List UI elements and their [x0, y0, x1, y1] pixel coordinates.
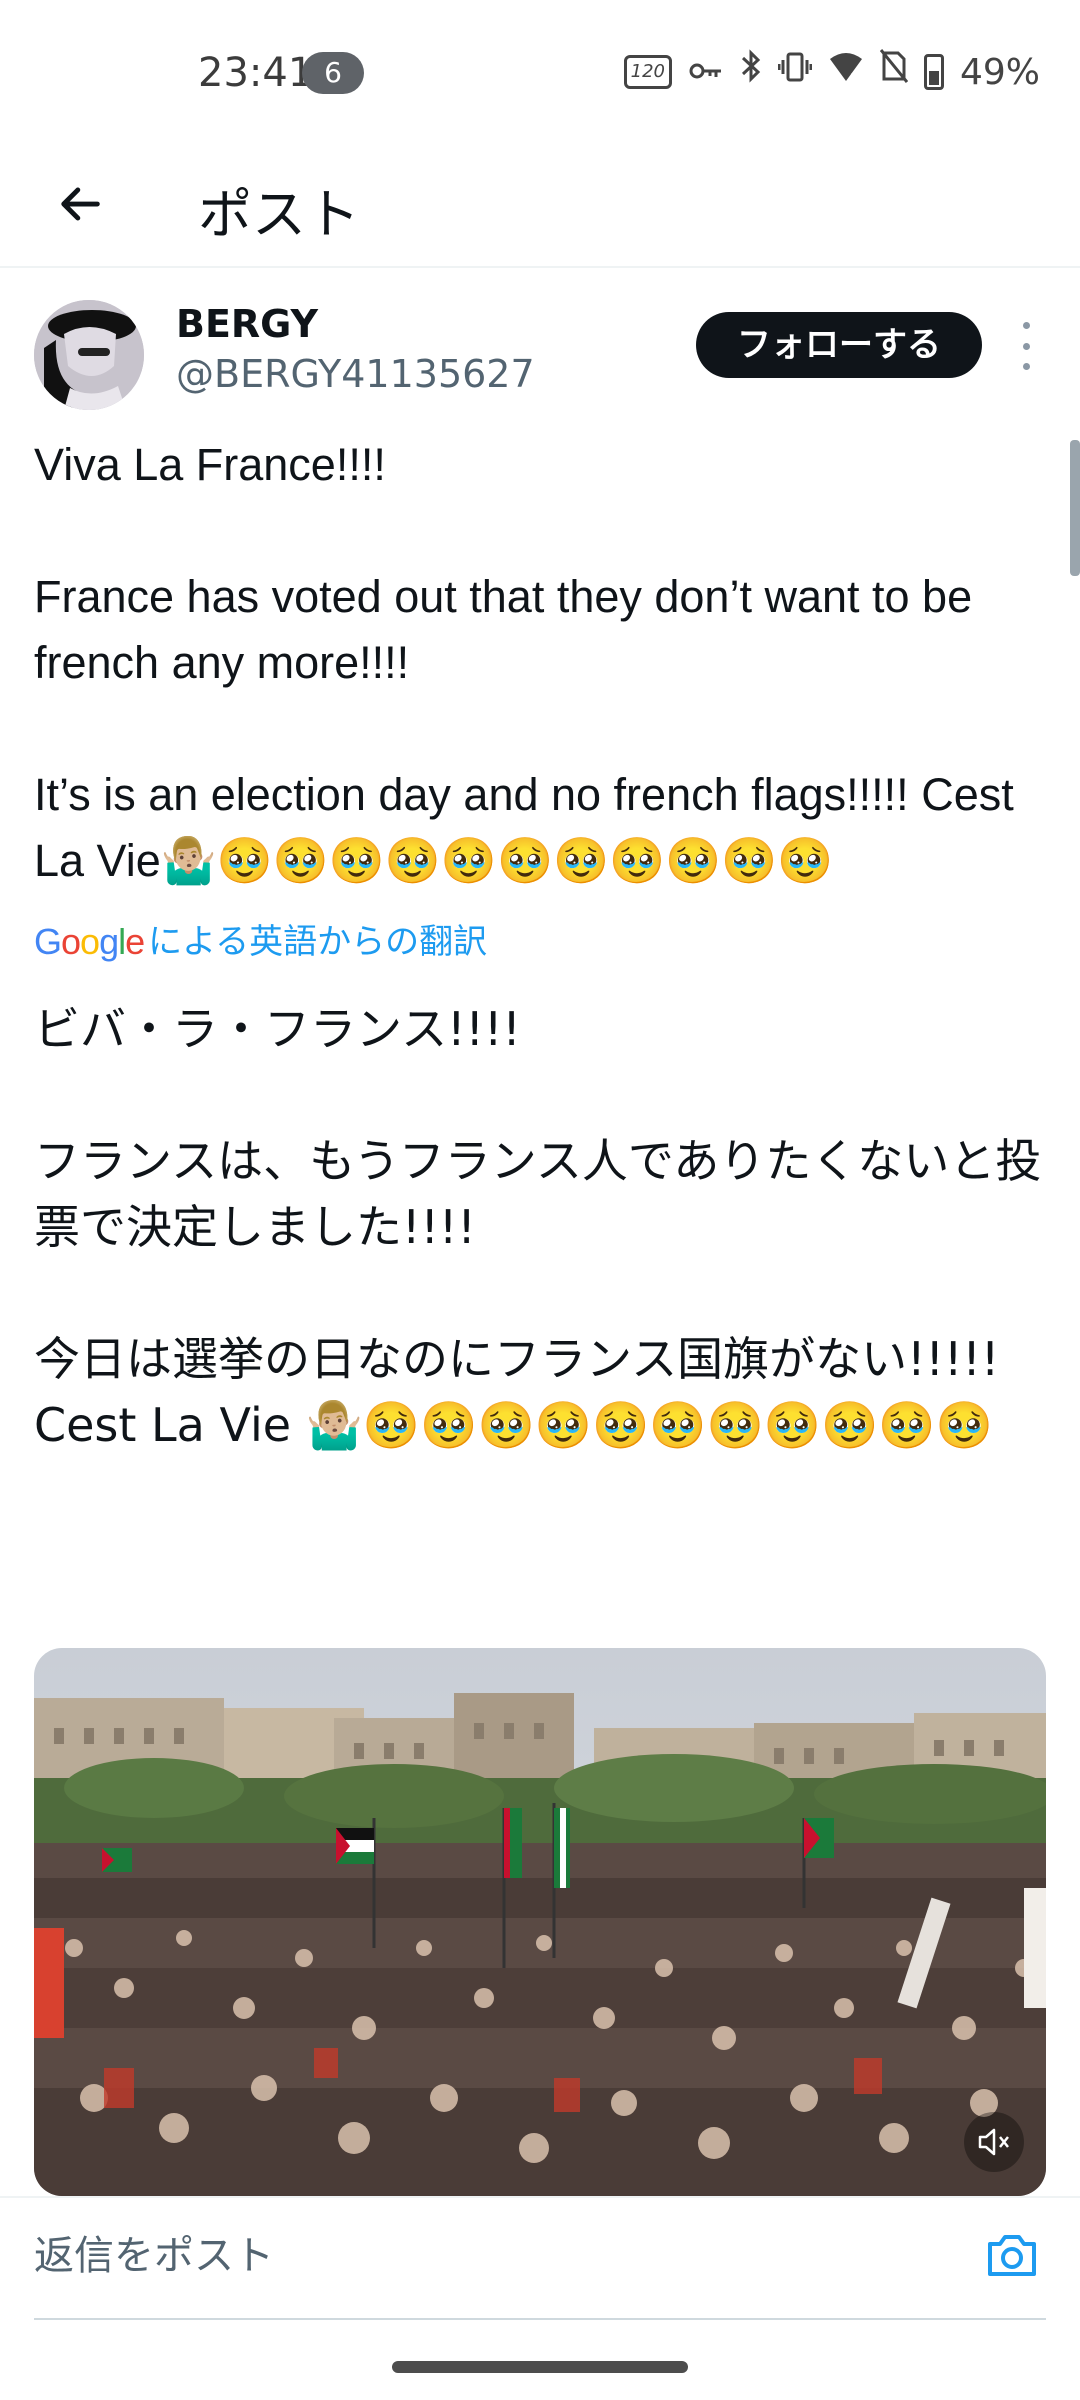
status-bar: 23:41 6 120 49% [0, 0, 1080, 140]
bluetooth-icon [740, 48, 762, 96]
camera-button[interactable] [982, 2226, 1042, 2286]
status-icons: 120 49% [623, 48, 1040, 96]
author-handle[interactable]: @BERGY41135627 [176, 352, 535, 396]
battery-percent: 49% [959, 51, 1040, 93]
translation-attribution[interactable]: Google による英語からの翻訳 [34, 916, 487, 968]
translated-post-text: ビバ・ラ・フランス!!!! フランスは、もうフランス人でありたくないと投票で決定… [34, 1002, 1042, 1452]
arrow-left-icon [61, 187, 100, 221]
vibrate-icon [777, 49, 813, 95]
refresh-rate-icon: 120 [623, 55, 672, 89]
reply-input[interactable]: 返信をポスト [34, 2216, 934, 2296]
back-button[interactable] [40, 164, 120, 244]
google-logo: Google [34, 921, 145, 962]
reply-bar: 返信をポスト [0, 2196, 1080, 2320]
post-video[interactable] [34, 1648, 1046, 2196]
reply-underline [34, 2318, 1046, 2320]
mute-toggle-button[interactable] [964, 2112, 1024, 2172]
follow-button[interactable]: フォローする [696, 312, 982, 378]
avatar[interactable] [34, 300, 144, 410]
notification-count-badge: 6 [302, 52, 364, 94]
battery-icon [923, 54, 944, 90]
camera-icon [988, 2235, 1036, 2276]
status-time: 23:41 [198, 50, 314, 96]
translation-label: による英語からの翻訳 [148, 922, 488, 962]
scroll-indicator[interactable] [1070, 440, 1080, 576]
more-vertical-icon [1022, 322, 1030, 329]
video-thumbnail [34, 1648, 1046, 2196]
vpn-key-icon [688, 49, 724, 95]
volume-muted-icon [978, 2128, 1009, 2156]
app-header: ポスト [0, 140, 1080, 268]
wifi-icon [828, 49, 864, 95]
author-name[interactable]: BERGY [176, 302, 318, 346]
page-title: ポスト [198, 183, 360, 246]
post-text: Viva La France!!!! France has voted out … [34, 439, 1014, 886]
no-sim-icon [879, 49, 909, 95]
more-options-button[interactable] [1014, 322, 1038, 370]
gesture-navigation-bar[interactable] [392, 2361, 688, 2373]
